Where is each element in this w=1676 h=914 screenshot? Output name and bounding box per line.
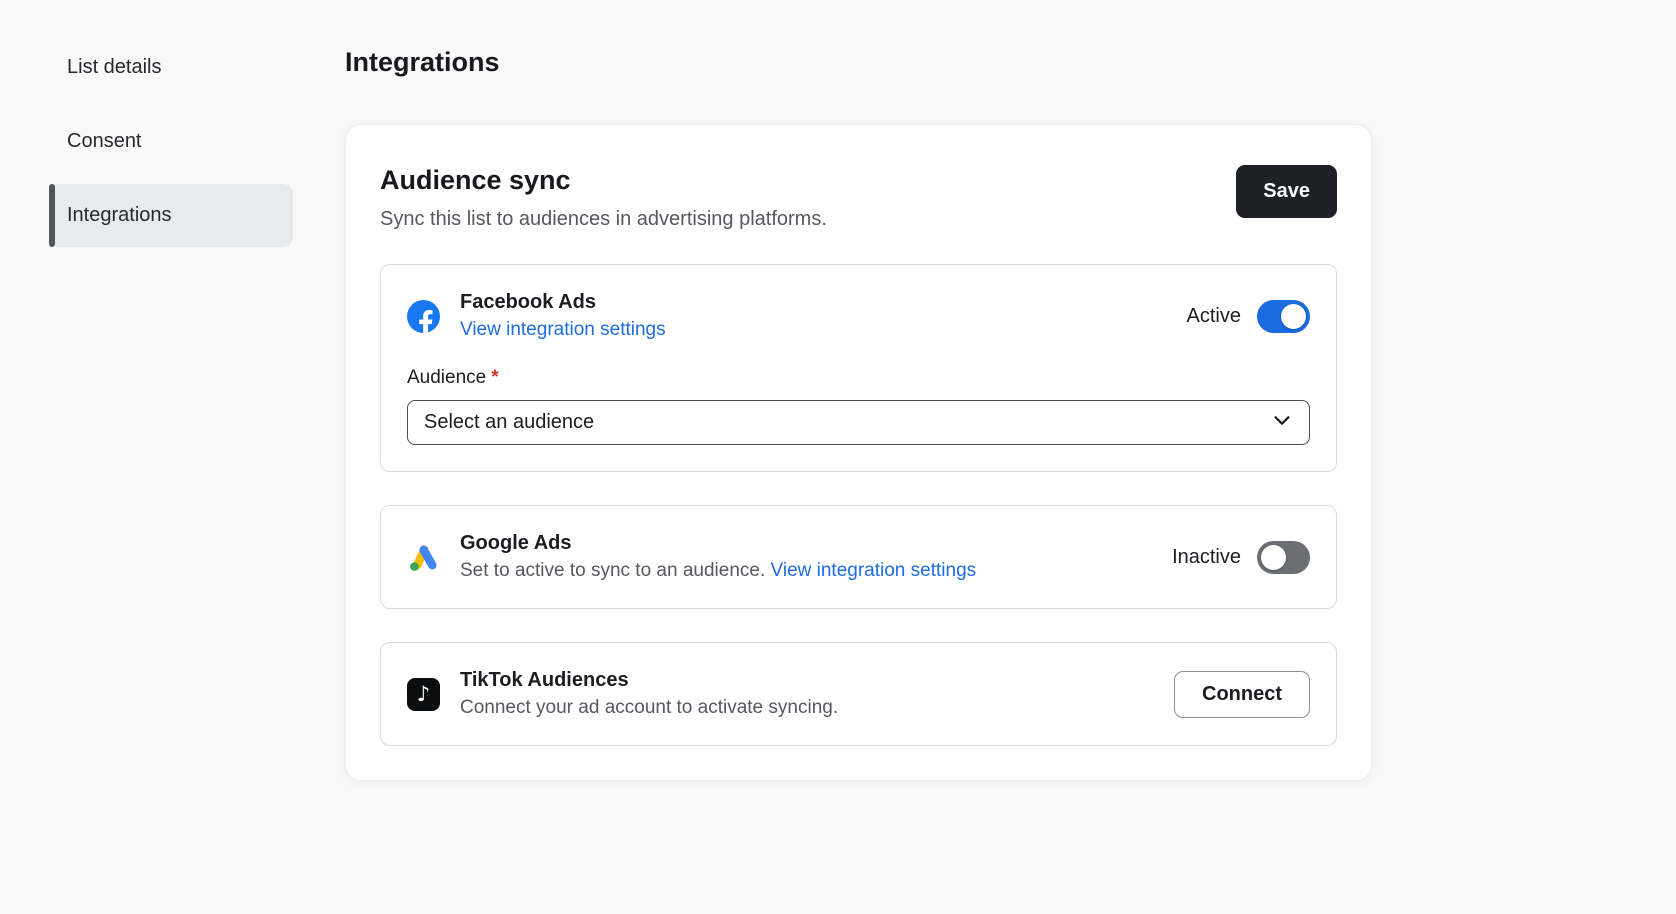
integration-name: Google Ads [460, 532, 976, 555]
audience-select-value: Select an audience [424, 411, 594, 434]
toggle-knob [1281, 304, 1306, 329]
chevron-down-icon [1271, 409, 1293, 437]
google-ads-section: Google Ads Set to active to sync to an a… [380, 505, 1337, 609]
tiktok-description: Connect your ad account to activate sync… [460, 697, 838, 719]
facebook-icon [407, 300, 440, 333]
integration-name: TikTok Audiences [460, 669, 838, 692]
tiktok-identity: ♪ TikTok Audiences Connect your ad accou… [407, 669, 838, 719]
google-view-settings-link[interactable]: View integration settings [771, 560, 977, 581]
audience-field: Audience* Select an audience [407, 367, 1310, 445]
google-ads-header-row: Google Ads Set to active to sync to an a… [407, 532, 1310, 582]
facebook-ads-header-row: Facebook Ads View integration settings A… [407, 291, 1310, 341]
google-status-label: Inactive [1172, 546, 1241, 569]
facebook-active-toggle[interactable] [1257, 300, 1310, 333]
audience-field-label: Audience* [407, 367, 1310, 389]
card-subtitle: Sync this list to audiences in advertisi… [380, 208, 827, 231]
sidebar-item-list-details[interactable]: List details [49, 36, 293, 99]
tiktok-audiences-section: ♪ TikTok Audiences Connect your ad accou… [380, 642, 1337, 746]
google-inactive-toggle[interactable] [1257, 541, 1310, 574]
google-ads-identity: Google Ads Set to active to sync to an a… [407, 532, 976, 582]
tiktok-connect-button[interactable]: Connect [1174, 671, 1310, 718]
tiktok-text: TikTok Audiences Connect your ad account… [460, 669, 838, 719]
google-description-text: Set to active to sync to an audience. [460, 560, 771, 581]
facebook-ads-section: Facebook Ads View integration settings A… [380, 264, 1337, 472]
facebook-ads-identity: Facebook Ads View integration settings [407, 291, 666, 341]
sidebar-item-label: Consent [67, 130, 142, 153]
toggle-knob [1261, 545, 1286, 570]
facebook-status-group: Active [1187, 300, 1310, 333]
card-header: Audience sync Sync this list to audience… [380, 165, 1337, 231]
save-button[interactable]: Save [1236, 165, 1337, 218]
sidebar-item-label: Integrations [67, 204, 172, 227]
sidebar-item-label: List details [67, 56, 162, 79]
google-ads-text: Google Ads Set to active to sync to an a… [460, 532, 976, 582]
card-header-text: Audience sync Sync this list to audience… [380, 165, 827, 231]
facebook-ads-text: Facebook Ads View integration settings [460, 291, 666, 341]
required-marker: * [491, 367, 498, 388]
tiktok-icon: ♪ [407, 678, 440, 711]
google-ads-icon [407, 541, 440, 574]
sidebar-item-consent[interactable]: Consent [49, 110, 293, 173]
sidebar-item-integrations[interactable]: Integrations [49, 184, 293, 247]
main-content: Integrations Audience sync Sync this lis… [345, 46, 1372, 781]
audience-label-text: Audience [407, 367, 486, 388]
audience-select[interactable]: Select an audience [407, 400, 1310, 445]
tiktok-header-row: ♪ TikTok Audiences Connect your ad accou… [407, 669, 1310, 719]
card-title: Audience sync [380, 165, 827, 196]
google-ads-description: Set to active to sync to an audience. Vi… [460, 560, 976, 582]
facebook-status-label: Active [1187, 305, 1241, 328]
settings-sidebar: List details Consent Integrations [49, 36, 293, 258]
google-status-group: Inactive [1172, 541, 1310, 574]
facebook-view-settings-link[interactable]: View integration settings [460, 319, 666, 340]
integration-name: Facebook Ads [460, 291, 666, 314]
integration-settings-link-wrap: View integration settings [460, 319, 666, 341]
page-title: Integrations [345, 46, 1372, 78]
audience-sync-card: Audience sync Sync this list to audience… [345, 124, 1372, 781]
